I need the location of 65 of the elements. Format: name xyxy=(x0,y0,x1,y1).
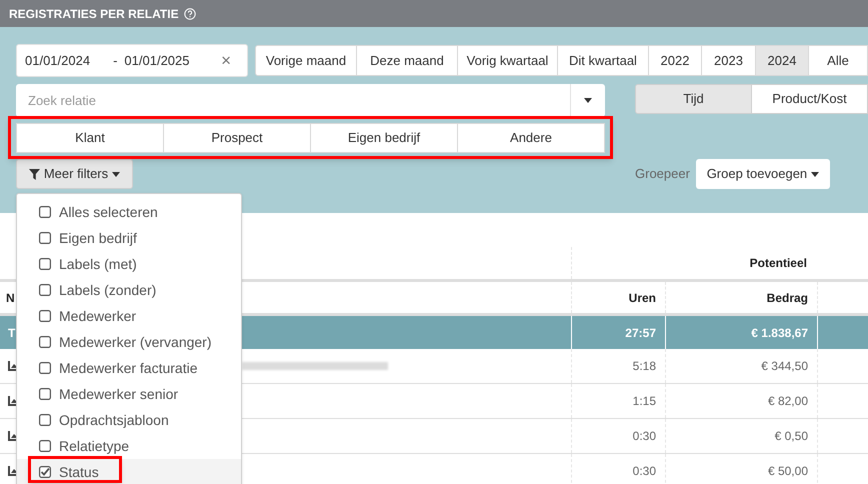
filter-option[interactable]: Alles selecteren xyxy=(17,199,241,225)
table-cell-text: € 344,50 xyxy=(761,358,808,375)
filter-option[interactable]: Labels (met) xyxy=(17,251,241,277)
period-button[interactable]: Vorige maand xyxy=(255,45,357,76)
filter-option[interactable]: Medewerker (vervanger) xyxy=(17,329,241,355)
relation-type-button[interactable]: Andere xyxy=(457,123,605,153)
filter-option[interactable]: Medewerker facturatie xyxy=(17,355,241,381)
period-button[interactable]: 2024 xyxy=(755,45,809,76)
checkbox[interactable] xyxy=(39,258,51,270)
page-title: REGISTRATIES PER RELATIE xyxy=(9,6,179,22)
period-button[interactable]: 2023 xyxy=(701,45,756,76)
more-filters-button[interactable]: Meer filters xyxy=(16,159,133,189)
table-cell-text: 0:30 xyxy=(632,428,656,445)
period-button[interactable]: Deze maand xyxy=(356,45,458,76)
checkbox[interactable] xyxy=(39,362,51,374)
period-button[interactable]: Vorig kwartaal xyxy=(457,45,558,76)
checkbox[interactable] xyxy=(39,414,51,426)
checkbox[interactable] xyxy=(39,284,51,296)
date-from: 01/01/2024 xyxy=(25,52,90,70)
column-group-header: Potentieel xyxy=(750,255,807,272)
filter-option[interactable]: Opdrachtsjabloon xyxy=(17,407,241,433)
checkbox[interactable] xyxy=(39,206,51,218)
date-separator: - xyxy=(113,52,118,70)
table-cell-text: € 1.838,67 xyxy=(751,324,808,342)
filter-option[interactable]: Medewerker senior xyxy=(17,381,241,407)
column-header[interactable]: N xyxy=(6,288,15,306)
help-icon[interactable] xyxy=(184,8,196,20)
checkbox[interactable] xyxy=(39,232,51,244)
relation-type-button[interactable]: Eigen bedrijf xyxy=(310,123,458,153)
relation-type-button[interactable]: Klant xyxy=(16,123,164,153)
filter-option[interactable]: Status xyxy=(17,459,241,484)
table-cell-text: € 50,00 xyxy=(768,463,808,480)
checkbox[interactable] xyxy=(39,466,51,478)
total-label: T xyxy=(8,324,16,342)
checkbox[interactable] xyxy=(39,388,51,400)
caret-icon xyxy=(584,98,592,103)
checkbox[interactable] xyxy=(39,310,51,322)
filter-option[interactable]: Eigen bedrijf xyxy=(17,225,241,251)
caret-icon xyxy=(112,172,120,176)
column-header[interactable]: Bedrag xyxy=(766,288,808,306)
period-button[interactable]: Alle xyxy=(808,45,868,76)
view-tab[interactable]: Product/Kost xyxy=(751,84,868,114)
date-to: 01/01/2025 xyxy=(124,52,190,70)
filter-option[interactable]: Relatietype xyxy=(17,433,241,459)
caret-icon xyxy=(811,172,820,176)
checkbox[interactable] xyxy=(39,336,51,348)
group-label: Groepeer xyxy=(635,165,690,184)
view-tab[interactable]: Tijd xyxy=(635,84,752,114)
date-range-field[interactable]: 01/01/2024 - 01/01/2025 × xyxy=(16,44,248,77)
period-button[interactable]: 2022 xyxy=(648,45,702,76)
filter-option[interactable]: Medewerker xyxy=(17,303,241,329)
table-cell-text: € 82,00 xyxy=(768,393,808,410)
table-cell-text: € 0,50 xyxy=(774,428,808,445)
clear-button[interactable]: × xyxy=(221,48,231,74)
table-cell-text: 1:15 xyxy=(632,393,656,410)
relation-type-button[interactable]: Prospect xyxy=(163,123,311,153)
period-button[interactable]: Dit kwartaal xyxy=(557,45,649,76)
column-header[interactable]: Uren xyxy=(628,288,656,306)
table-cell-text: 27:57 xyxy=(625,324,656,342)
add-group-button[interactable]: Groep toevoegen xyxy=(696,159,830,189)
table-cell-text: 0:30 xyxy=(632,463,656,480)
checkbox[interactable] xyxy=(39,440,51,452)
filter-icon xyxy=(28,168,40,180)
filter-option[interactable]: Labels (zonder) xyxy=(17,277,241,303)
table-cell-text: 5:18 xyxy=(632,358,656,375)
